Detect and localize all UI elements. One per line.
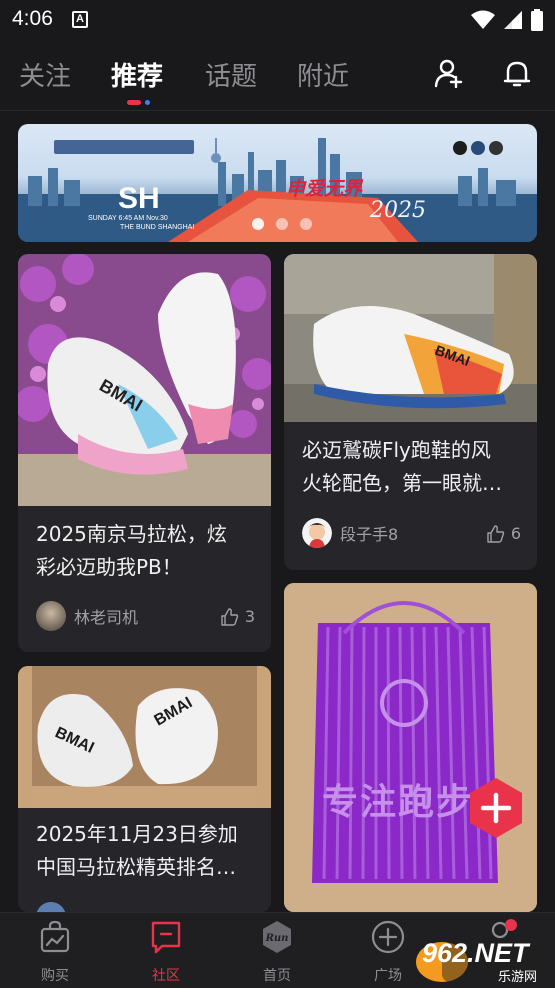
author-name: 段子手8	[340, 525, 399, 544]
site-watermark: 962.NET 乐游网	[412, 936, 552, 986]
nav-label: 社区	[152, 968, 180, 984]
shopping-bag-icon	[40, 920, 70, 953]
top-nav: 关注 推荐 话题 附近	[0, 44, 555, 108]
status-icons	[471, 9, 543, 31]
nav-item-buy[interactable]: 购买	[18, 919, 92, 985]
nav-divider	[0, 110, 555, 111]
like-count: 3	[244, 607, 255, 626]
avatar[interactable]	[36, 601, 66, 631]
post-card[interactable]: BMAI 必迈鷲碳Fly跑鞋的风 火轮配色，第一眼就… 段子手8 6	[284, 254, 537, 570]
post-image	[284, 583, 537, 912]
watermark-subtext: 乐游网	[498, 970, 538, 985]
post-author[interactable]: 林老司机	[36, 601, 138, 631]
banner-dot[interactable]	[252, 218, 264, 230]
svg-text:Run: Run	[265, 933, 289, 944]
status-time: 4:06	[12, 7, 53, 30]
post-image: BMAI	[284, 254, 537, 422]
tab-recommended[interactable]: 推荐	[111, 56, 163, 93]
thumbs-up-icon	[487, 524, 505, 543]
nav-label: 首页	[263, 968, 291, 984]
post-card[interactable]: BMAI BMAI 2025年11月23日参加 中国马拉松精英排名…	[18, 666, 271, 912]
avatar[interactable]	[302, 518, 332, 548]
post-author[interactable]: 段子手8	[302, 518, 398, 548]
banner-slogan: 申爱无界	[286, 178, 363, 200]
run-logo-icon: Run	[263, 921, 291, 953]
wifi-icon	[471, 10, 495, 29]
banner-location: THE BUND SHANGHAI	[120, 224, 195, 231]
add-friend-icon[interactable]	[434, 58, 464, 88]
avatar[interactable]	[36, 902, 66, 912]
banner-pagination[interactable]	[252, 218, 312, 230]
like-count: 6	[510, 524, 521, 543]
tab-nearby[interactable]: 附近	[297, 56, 349, 93]
like-button[interactable]: 3	[221, 607, 255, 626]
bag-print-text: 专注跑步	[322, 782, 475, 823]
status-bar: 4:06 A	[0, 0, 555, 40]
banner-dot[interactable]	[276, 218, 288, 230]
author-name: 林老司机	[74, 608, 139, 627]
banner-year: 2025	[370, 198, 426, 223]
notification-badge	[505, 919, 517, 931]
post-image: BMAI	[18, 254, 271, 506]
nav-label: 购买	[41, 968, 69, 984]
post-image: BMAI BMAI	[18, 666, 271, 808]
banner-dot[interactable]	[300, 218, 312, 230]
create-post-button[interactable]	[464, 776, 528, 840]
tab-following[interactable]: 关注	[19, 56, 71, 93]
tab-topics[interactable]: 话题	[205, 56, 257, 93]
post-title: 2025南京马拉松，炫 彩必迈助我PB！	[36, 522, 227, 579]
post-card[interactable]: 专注跑步	[284, 583, 537, 912]
like-button[interactable]: 6	[487, 524, 521, 543]
community-icon	[151, 921, 181, 954]
nav-item-community[interactable]: 社区	[129, 919, 203, 985]
bell-icon[interactable]	[502, 58, 532, 88]
plus-circle-icon	[371, 920, 405, 954]
post-title: 2025年11月23日参加 中国马拉松精英排名…	[36, 822, 238, 879]
promo-banner[interactable]: SH SUNDAY 6:45 AM Nov.30 THE BUND SHANGH…	[18, 124, 537, 242]
nav-item-home[interactable]: Run 首页	[240, 919, 314, 985]
watermark-text: 962.NET	[422, 938, 529, 968]
notification-a-icon: A	[72, 11, 88, 28]
battery-icon	[531, 9, 543, 31]
banner-city-code: SH	[118, 182, 160, 215]
thumbs-up-icon	[221, 607, 239, 626]
post-title: 必迈鷲碳Fly跑鞋的风 火轮配色，第一眼就…	[302, 438, 502, 495]
banner-date: SUNDAY 6:45 AM Nov.30	[88, 215, 168, 222]
post-card[interactable]: BMAI 2025南京马拉松，炫 彩必迈助我PB！ 林老司机 3	[18, 254, 271, 652]
signal-icon	[504, 11, 522, 29]
